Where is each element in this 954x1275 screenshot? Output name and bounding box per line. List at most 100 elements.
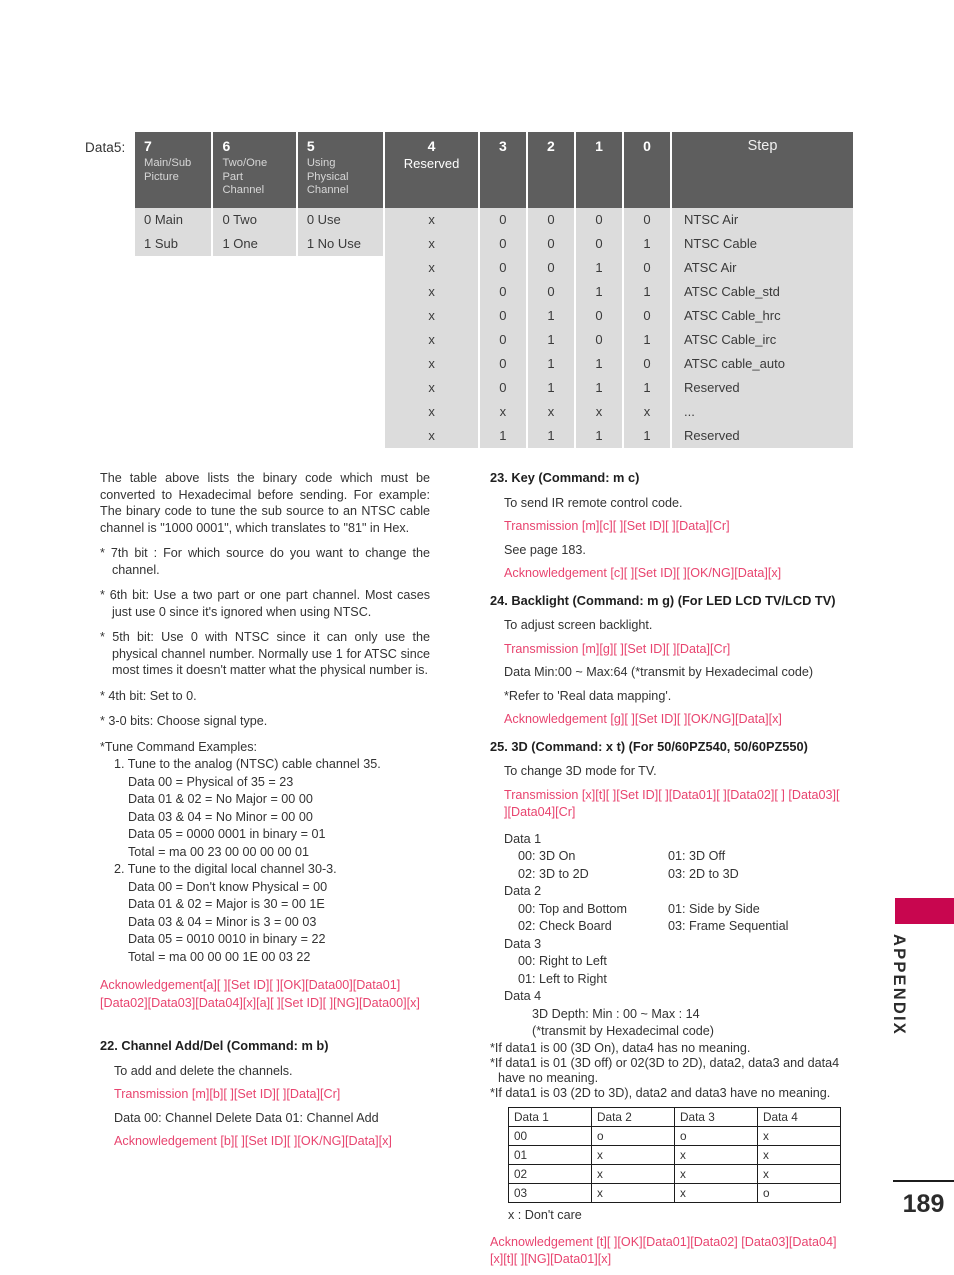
appendix-tab-marker xyxy=(895,898,954,924)
bit1-value: 1 xyxy=(575,279,622,304)
empty-cell xyxy=(297,375,384,400)
bit3-value: 0 xyxy=(479,351,526,376)
data1-option-02: 02: 3D to 2D xyxy=(518,866,589,881)
bit4-value: x xyxy=(385,375,478,400)
bit5-value: 0 Use xyxy=(297,207,384,232)
table-header-row: Data 1 Data 2 Data 3 Data 4 xyxy=(508,1106,841,1127)
bit2-value: 1 xyxy=(527,423,574,448)
header-bit-4: 4 Reserved xyxy=(385,132,478,208)
cell-value: x xyxy=(591,1182,675,1203)
tune-example-1-line: Data 00 = Physical of 35 = 23 xyxy=(128,774,294,789)
data5-bit-table: 7 Main/Sub Picture 6 Two/One Part Channe… xyxy=(133,132,855,448)
section-25-data2-label: Data 2 xyxy=(504,884,542,898)
step-value: Reserved xyxy=(672,375,853,400)
bit2-value: 1 xyxy=(527,303,574,328)
bit1-value: 1 xyxy=(575,351,622,376)
note-bit-4: * 4th bit: Set to 0. xyxy=(100,688,197,703)
bit0-value: 1 xyxy=(623,375,671,400)
bit0-value: 1 xyxy=(623,231,671,256)
header-bit-6: 6 Two/One Part Channel xyxy=(213,132,296,208)
section-22-data-note: Data 00: Channel Delete Data 01: Channel… xyxy=(114,1110,379,1125)
bit4-value: x xyxy=(385,207,478,232)
bit2-value: 0 xyxy=(527,207,574,232)
tune-acknowledgement: Acknowledgement[a][ ][Set ID][ ][OK][Dat… xyxy=(100,978,420,1010)
section-23-desc: To send IR remote control code. xyxy=(504,495,683,510)
section-22-acknowledgement: Acknowledgement [b][ ][Set ID][ ][OK/NG]… xyxy=(114,1134,392,1148)
section-22-desc: To add and delete the channels. xyxy=(114,1063,293,1078)
header-bit-0: 0 xyxy=(623,132,671,208)
section-25-heading: 25. 3D (Command: x t) (For 50/60PZ540, 5… xyxy=(490,738,808,754)
section-25-data1-row: 00: 3D On 01: 3D Off xyxy=(490,848,845,865)
section-24-refer: *Refer to 'Real data mapping'. xyxy=(504,688,672,703)
bit0-value: 0 xyxy=(623,207,671,232)
bit2-value: 0 xyxy=(527,231,574,256)
bit3-value: 0 xyxy=(479,207,526,232)
cell-value: x xyxy=(591,1144,675,1165)
bit3-value: 0 xyxy=(479,327,526,352)
bit5-value: 1 No Use xyxy=(297,231,384,256)
empty-cell xyxy=(135,375,212,400)
empty-cell xyxy=(213,303,296,328)
bit3-value: x xyxy=(479,399,526,424)
bit4-value: x xyxy=(385,399,478,424)
bit6-value: 0 Two xyxy=(213,207,296,232)
section-23-see-page: See page 183. xyxy=(504,542,586,557)
header-bit-5: 5 Using Physical Channel xyxy=(297,132,384,208)
step-value: Reserved xyxy=(672,423,853,448)
empty-cell xyxy=(297,327,384,352)
section-25-data2-row: 02: Check Board 03: Frame Sequential xyxy=(490,918,845,935)
data1-code: 01 xyxy=(508,1144,592,1165)
col-header-data3: Data 3 xyxy=(674,1106,758,1127)
bit1-value: 0 xyxy=(575,303,622,328)
tune-example-1-line: Data 01 & 02 = No Major = 00 00 xyxy=(128,792,313,806)
page-number: 189 xyxy=(902,1190,945,1218)
table-row: x 0 1 1 0 ATSC cable_auto xyxy=(135,351,853,376)
bit3-value: 0 xyxy=(479,303,526,328)
empty-cell xyxy=(135,279,212,304)
data2-option-03: 03: Frame Sequential xyxy=(668,919,789,933)
bit2-value: 0 xyxy=(527,255,574,280)
tune-example-2-line: Data 01 & 02 = Major is 30 = 00 1E xyxy=(128,897,325,911)
table-row: 01 x x x xyxy=(508,1144,841,1165)
header-step: Step xyxy=(672,132,853,208)
cell-value: o xyxy=(591,1125,675,1146)
section-22-transmission: Transmission [m][b][ ][Set ID][ ][Data][… xyxy=(114,1087,341,1101)
data3-option-00: 00: Right to Left xyxy=(518,954,607,968)
data1-code: 00 xyxy=(508,1125,592,1146)
section-25-data3-label: Data 3 xyxy=(504,936,542,951)
bit0-value: 1 xyxy=(623,327,671,352)
bit3-value: 0 xyxy=(479,231,526,256)
bit4-value: x xyxy=(385,255,478,280)
empty-cell xyxy=(297,255,384,280)
section-23-transmission: Transmission [m][c][ ][Set ID][ ][Data][… xyxy=(504,519,730,533)
cell-value: x xyxy=(674,1163,758,1184)
section-25-transmission: Transmission [x][t][ ][Set ID][ ][Data01… xyxy=(504,787,840,819)
empty-cell xyxy=(213,351,296,376)
section-25-note-2: *If data1 is 01 (3D off) or 02(3D to 2D)… xyxy=(490,1055,840,1085)
section-25-desc: To change 3D mode for TV. xyxy=(504,764,657,778)
step-value: NTSC Air xyxy=(672,207,853,232)
bit1-value: 0 xyxy=(575,207,622,232)
bit3-value: 0 xyxy=(479,255,526,280)
table-row: x x x x x... xyxy=(135,399,853,424)
empty-cell xyxy=(297,351,384,376)
empty-cell xyxy=(213,375,296,400)
section-25-data2-row: 00: Top and Bottom 01: Side by Side xyxy=(490,901,845,918)
empty-cell xyxy=(213,399,296,424)
empty-cell xyxy=(297,399,384,424)
step-value: ATSC Cable_irc xyxy=(672,327,853,352)
cell-value: o xyxy=(674,1125,758,1146)
right-text-column: 23. Key (Command: m c) To send IR remote… xyxy=(490,470,845,1275)
bit0-value: 0 xyxy=(623,351,671,376)
bit0-value: 1 xyxy=(623,279,671,304)
bit4-value: x xyxy=(385,327,478,352)
step-value: ATSC Cable_hrc xyxy=(672,303,853,328)
empty-cell xyxy=(297,303,384,328)
note-bit-5: * 5th bit: Use 0 with NTSC since it can … xyxy=(100,630,430,677)
data2-option-01: 01: Side by Side xyxy=(668,901,760,916)
section-25-data4-label: Data 4 xyxy=(504,989,542,1003)
empty-cell xyxy=(297,423,384,448)
data2-option-00: 00: Top and Bottom xyxy=(518,901,627,916)
data4-depth-range: 3D Depth: Min : 00 ~ Max : 14 xyxy=(532,1006,700,1021)
data1-option-03: 03: 2D to 3D xyxy=(668,866,739,881)
